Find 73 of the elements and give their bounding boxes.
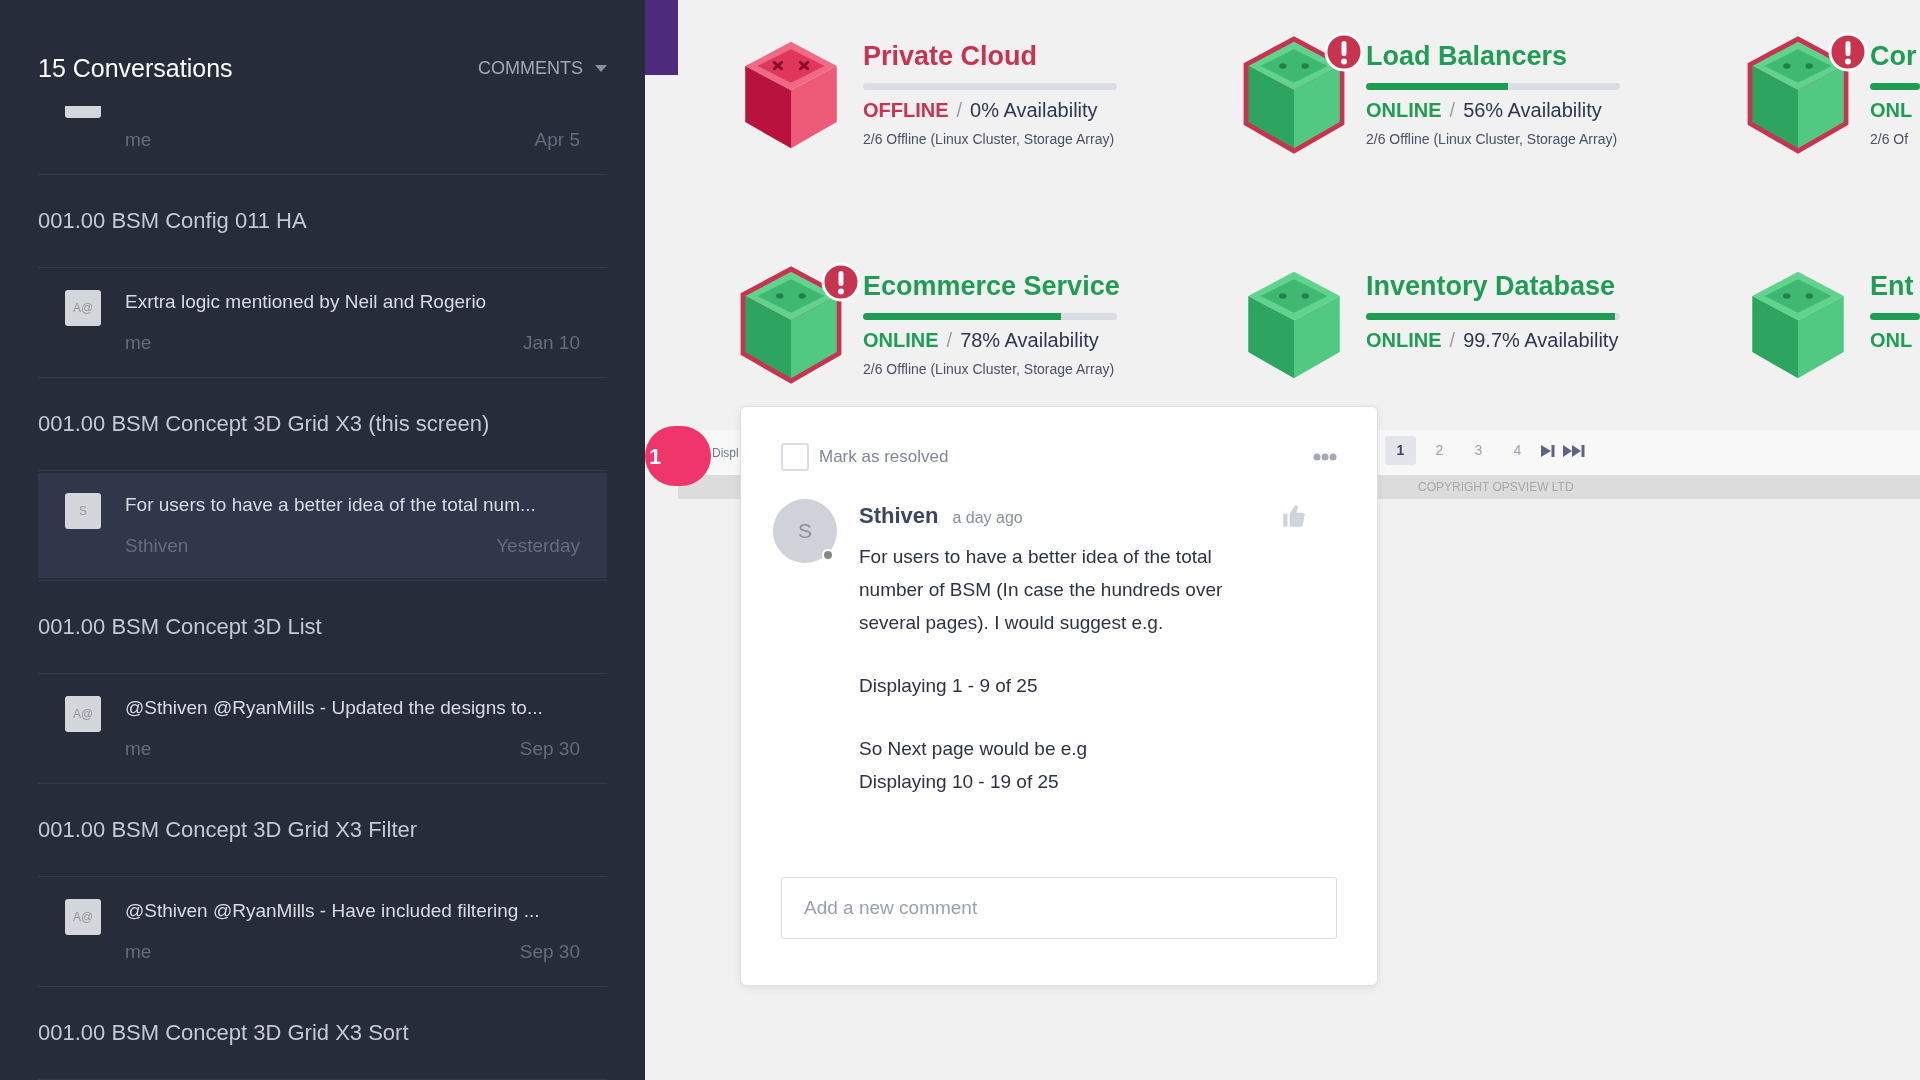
count-badge: 1 (645, 426, 711, 486)
comment-paragraph: Displaying 1 - 9 of 25 (859, 674, 1039, 698)
alert-icon (821, 262, 861, 302)
availability-text: 0% Availability (970, 97, 1098, 123)
status-label: ONL (1870, 97, 1913, 123)
separator: / (956, 97, 963, 123)
user-avatar: A@ (65, 696, 101, 732)
status-label: ONLINE (1366, 97, 1442, 123)
alert-icon (1324, 32, 1364, 72)
page-button[interactable]: 1 (1385, 436, 1416, 465)
availability-text: 78% Availability (960, 327, 1099, 353)
status-label: ONLINE (1366, 327, 1442, 353)
service-name: Private Cloud (863, 40, 1039, 73)
comment-date: Jan 10 (522, 330, 580, 355)
conversation-group-title[interactable]: 001.00 BSM Concept 3D Grid X3 Filter (38, 784, 607, 877)
comment-time: a day ago (952, 508, 1023, 528)
status-label: ONL (1870, 327, 1913, 353)
comment-date: Sep 30 (519, 736, 580, 761)
offline-detail: 2/6 Offline (Linux Cluster, Storage Array) (863, 359, 1116, 379)
status-label: ONLINE (863, 327, 939, 353)
offline-detail: 2/6 Offline (Linux Cluster, Storage Array) (863, 129, 1116, 149)
availability-text: 56% Availability (1463, 97, 1602, 123)
conversation-item[interactable]: A@ @Sthiven @RyanMills - Have included filtering ... me Sep 30 (38, 879, 607, 984)
more-options-icon[interactable] (1313, 453, 1337, 461)
service-name: Ecommerce Service (863, 270, 1121, 303)
user-avatar: A@ (65, 899, 101, 935)
conversation-item[interactable]: A@ Exrtra logic mentioned by Neil and Rogerio me Jan 10 (38, 270, 607, 375)
service-name: Load Balancers (1366, 40, 1569, 73)
separator: / (1449, 327, 1456, 353)
caret-icon (595, 65, 607, 73)
service-name: Ent (1870, 270, 1915, 303)
comment-paragraph: So Next page would be e.g Displaying 10 - 19 of 25 (859, 737, 1089, 794)
comment-preview: @Sthiven @RyanMills - Have included filtering ... (125, 899, 541, 923)
comment-author: Sthiven (859, 502, 939, 530)
resolve-label: Mark as resolved (819, 446, 949, 469)
separator: / (1449, 97, 1456, 123)
availability-bar (1870, 312, 1920, 320)
comment-author: me (125, 127, 152, 152)
user-avatar (65, 105, 101, 118)
conversation-group-title[interactable]: 001.00 BSM Concept 3D List (38, 581, 607, 674)
filter-dropdown[interactable]: COMMENTS (478, 55, 607, 83)
status-label: OFFLINE (863, 97, 949, 123)
availability-text: 99.7% Availability (1463, 327, 1619, 353)
offline-detail: 2/6 Of (1870, 129, 1910, 149)
new-comment-field[interactable]: Add a new comment (781, 877, 1337, 939)
conversation-group-title[interactable]: 001.00 BSM Concept 3D Grid X3 Sort (38, 987, 607, 1080)
next-page-icon[interactable] (1541, 443, 1555, 458)
service-name: Inventory Database (1366, 270, 1617, 303)
comment-author: me (125, 330, 152, 355)
sidebar-title: 15 Conversations (38, 53, 233, 84)
conversation-item[interactable]: A@ @Sthiven @RyanMills - Updated the designs to... me Sep 30 (38, 676, 607, 781)
comment-preview: Exrtra logic mentioned by Neil and Rogerio (125, 290, 488, 314)
comment-preview: For users to have a better idea of the total num... (125, 493, 537, 517)
user-avatar: S (65, 493, 101, 529)
last-page-icon[interactable] (1563, 443, 1585, 458)
display-caption: Displ (712, 444, 739, 462)
conversation-group-title[interactable]: 001.00 BSM Concept 3D Grid X3 (this screen) (38, 378, 607, 471)
comment-author: me (125, 736, 152, 761)
resolve-checkbox[interactable] (781, 443, 809, 471)
conversation-group-title[interactable]: 001.00 BSM Config 011 HA (38, 175, 607, 268)
alert-icon (1828, 32, 1868, 72)
user-avatar: S (773, 499, 837, 563)
comment-author: me (125, 939, 152, 964)
service-name: Cor (1870, 40, 1918, 73)
separator: / (946, 327, 953, 353)
comment-date: Sep 30 (519, 939, 580, 964)
thumbs-up-icon[interactable] (1281, 502, 1307, 529)
comment-date: Apr 5 (534, 127, 580, 152)
comment-paragraph: For users to have a better idea of the total number of BSM (In case the hundreds over several pages). I would suggest e.g. (859, 545, 1224, 635)
offline-detail: 2/6 Offline (Linux Cluster, Storage Array) (1366, 129, 1619, 149)
comment-preview: @Sthiven @RyanMills - Updated the designs to... (125, 696, 544, 720)
user-avatar: A@ (65, 290, 101, 326)
availability-bar (1870, 82, 1920, 90)
